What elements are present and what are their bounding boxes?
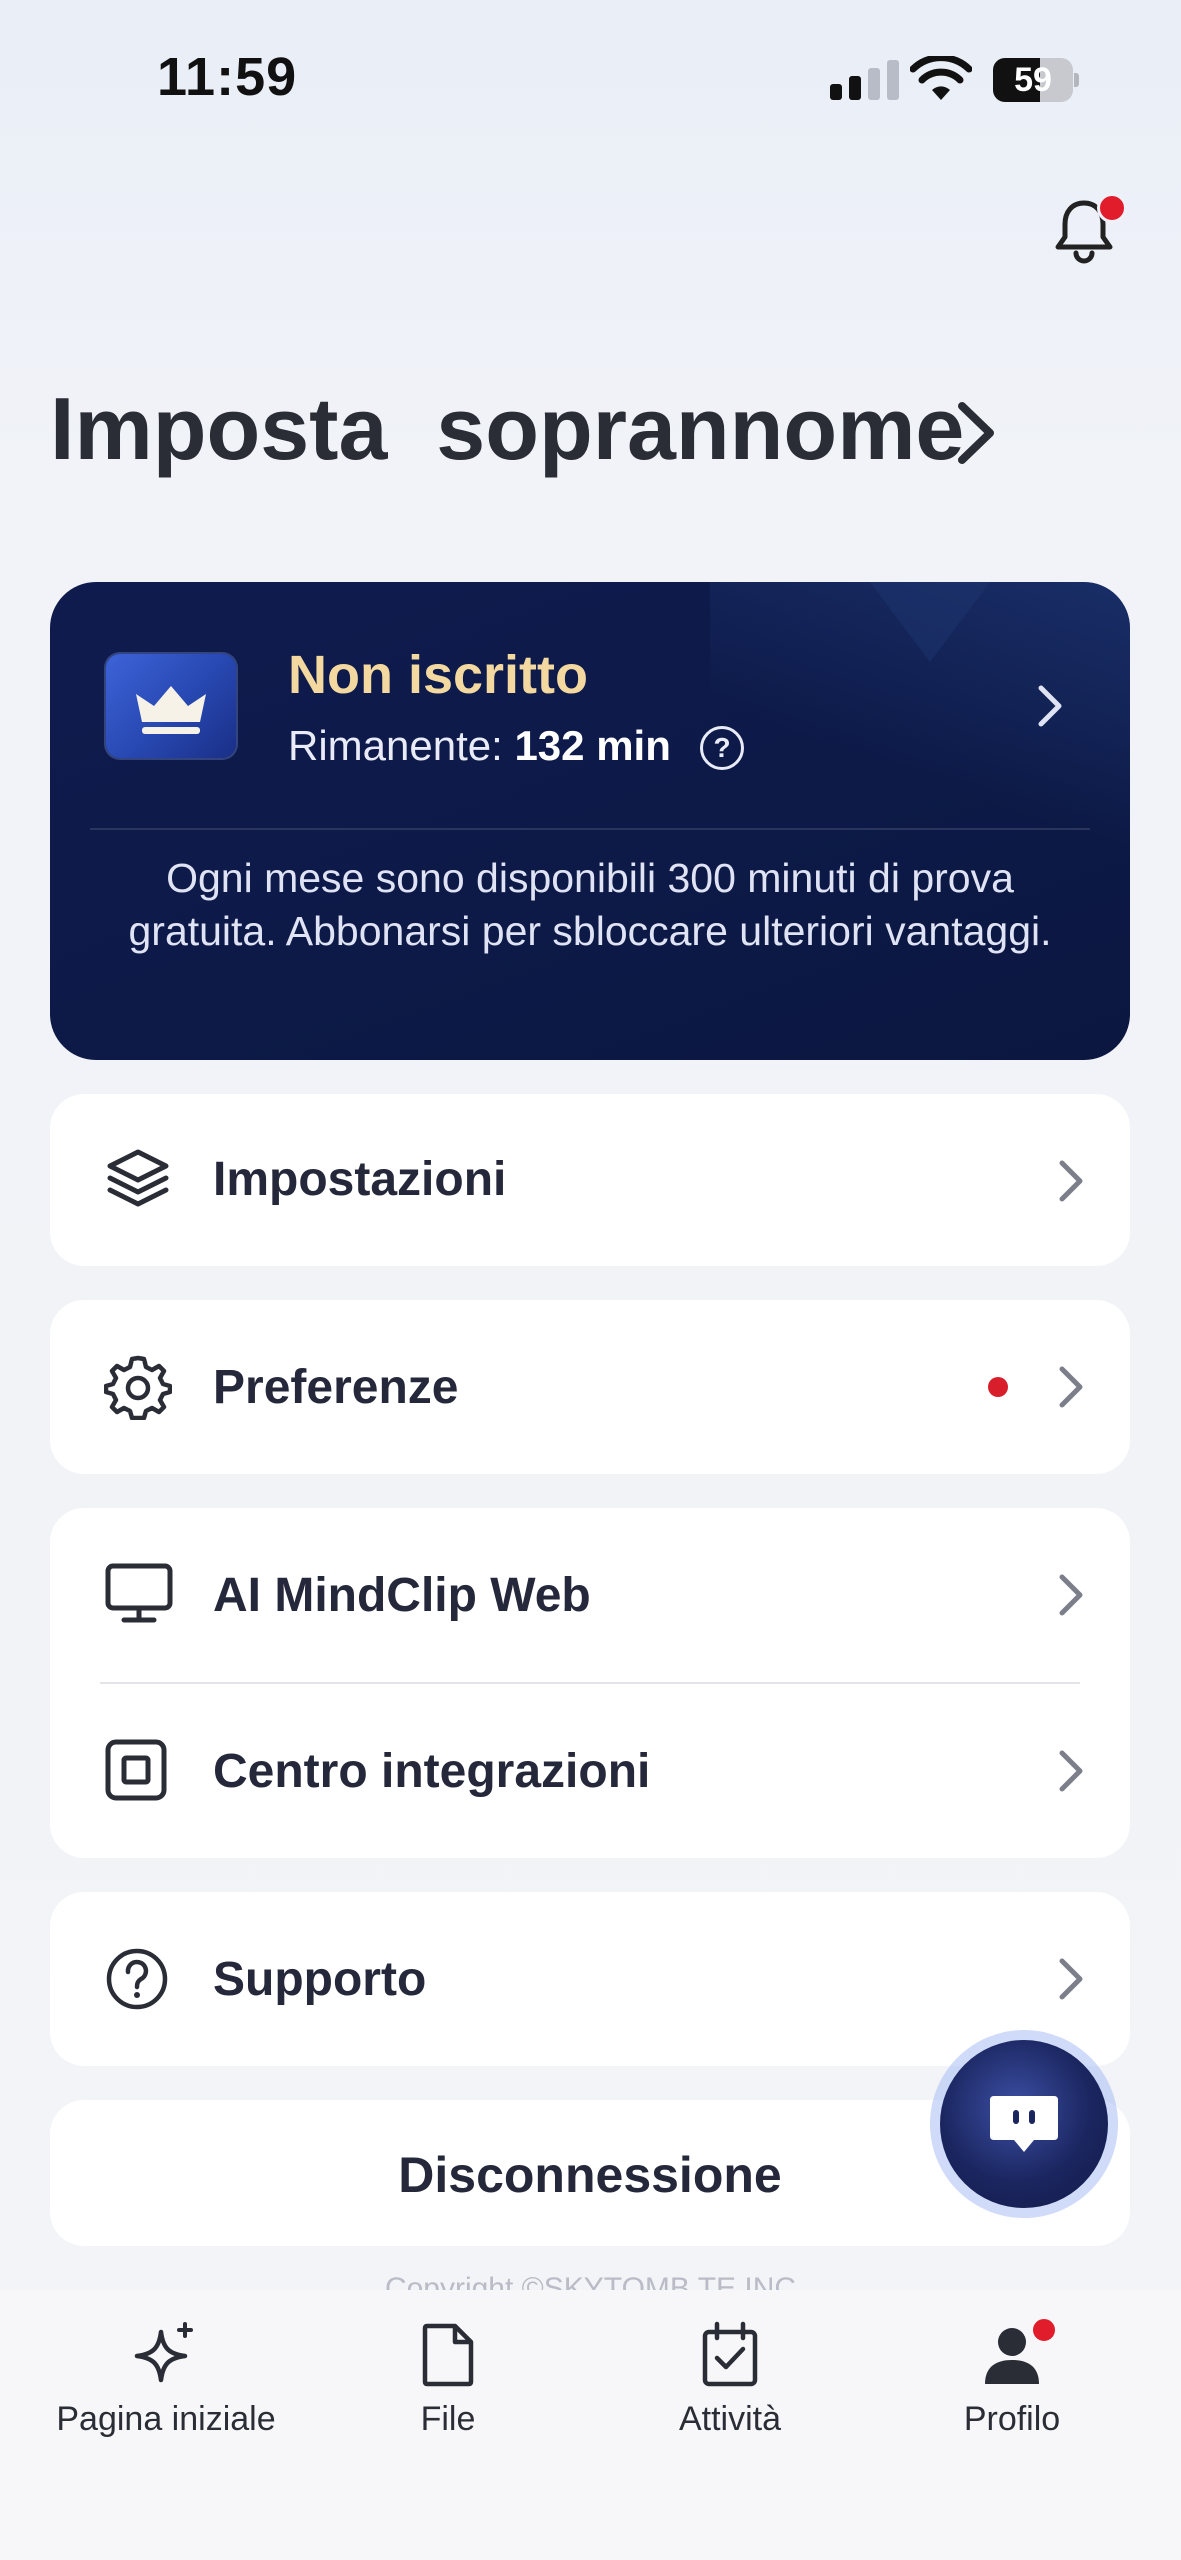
remaining-value: 132 min (514, 722, 671, 769)
layers-icon (107, 1149, 169, 1207)
support-row[interactable]: Supporto (50, 1892, 1130, 2066)
nav-files[interactable]: File (308, 2320, 588, 2439)
nav-tasks[interactable]: Attività (590, 2320, 870, 2439)
chat-assistant-button[interactable] (940, 2040, 1108, 2208)
profile-badge (1030, 2316, 1058, 2344)
chevron-right-icon (1059, 1750, 1083, 1792)
web-integrations-card: AI MindClip Web Centro integrazioni (50, 1508, 1130, 1858)
wifi-icon (910, 56, 972, 100)
chevron-right-icon (1059, 1366, 1083, 1408)
subscription-description: Ogni mese sono disponibili 300 minuti di… (128, 855, 1052, 954)
battery-level-text: 59 (1014, 61, 1052, 99)
web-row[interactable]: AI MindClip Web (50, 1508, 1130, 1682)
sparkle-icon (134, 2322, 193, 2383)
monitor-icon (105, 1563, 173, 1623)
preferences-label: Preferenze (213, 1361, 459, 1414)
preferences-row[interactable]: Preferenze (50, 1300, 1130, 1474)
nav-home-label: Pagina iniziale (56, 2400, 276, 2438)
chat-bubble-icon (990, 2096, 1058, 2152)
support-label: Supporto (213, 1953, 427, 2006)
integrations-row[interactable]: Centro integrazioni (50, 1684, 1130, 1858)
crown-icon (106, 654, 236, 758)
chevron-right-icon (1059, 1160, 1083, 1202)
cellular-signal-icon (830, 60, 899, 100)
integrations-label: Centro integrazioni (213, 1745, 651, 1798)
nickname-title[interactable]: Imposta soprannome (50, 378, 964, 480)
chevron-right-icon[interactable] (950, 398, 1000, 468)
nav-tasks-label: Attività (678, 2400, 782, 2438)
nav-files-label: File (420, 2400, 476, 2438)
file-icon (422, 2323, 474, 2387)
chevron-right-icon (1059, 1958, 1083, 2000)
remaining-minutes: Rimanente: 132 min (288, 722, 671, 770)
gear-icon (104, 1355, 172, 1420)
settings-label: Impostazioni (213, 1153, 507, 1206)
chevron-right-icon (1038, 685, 1062, 727)
subscription-card[interactable]: Non iscritto Rimanente: 132 min ? Ogni m… (50, 582, 1130, 1060)
divider (90, 828, 1090, 830)
nav-profile[interactable]: Profilo (872, 2320, 1152, 2439)
subscription-status: Non iscritto (288, 645, 589, 705)
bottom-navigation: Pagina iniziale File Attività Profilo (0, 2290, 1181, 2560)
nav-profile-label: Profilo (963, 2400, 1061, 2438)
question-circle-icon (106, 1948, 168, 2010)
chevron-right-icon (1059, 1574, 1083, 1616)
status-time: 11:59 (157, 47, 298, 107)
remaining-label: Rimanente: (288, 722, 515, 769)
help-icon[interactable]: ? (700, 726, 744, 770)
notification-badge (1097, 193, 1127, 223)
nav-home[interactable]: Pagina iniziale (26, 2320, 306, 2439)
battery-icon: 59 (993, 58, 1079, 102)
square-icon (105, 1739, 167, 1801)
web-label: AI MindClip Web (213, 1569, 591, 1622)
settings-row[interactable]: Impostazioni (50, 1094, 1130, 1266)
calendar-check-icon (702, 2321, 758, 2387)
unread-dot (988, 1377, 1008, 1397)
